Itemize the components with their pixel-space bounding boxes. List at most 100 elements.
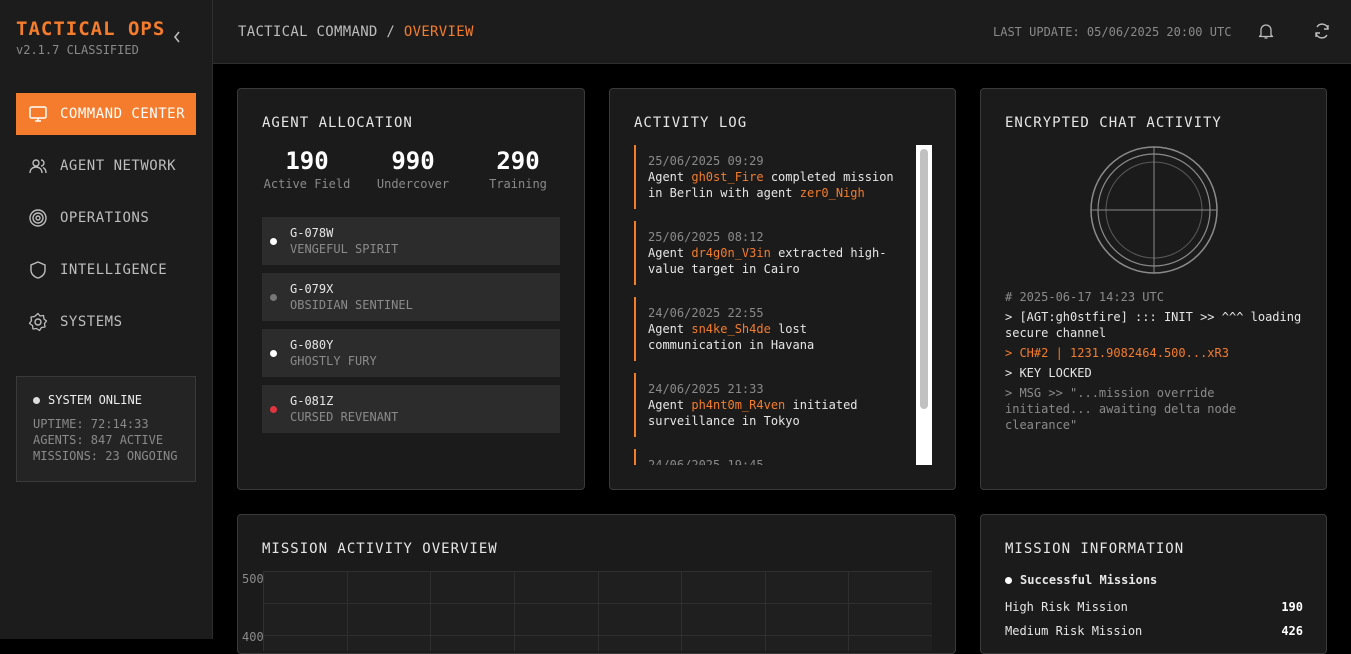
encrypted-chat-title: ENCRYPTED CHAT ACTIVITY [1005,115,1222,131]
agent-list: G-078W VENGEFUL SPIRIT G-079X OBSIDIAN SEN… [262,217,560,441]
mission-label: Medium Risk Mission [1005,624,1143,638]
log-prefix: Agent [648,170,692,184]
agent-handle: ph4nt0m_R4ven [691,398,786,412]
sidebar-item-command-center[interactable]: COMMAND CENTER [16,93,196,135]
agent-id: G-081Z [290,394,334,408]
sidebar-item-systems[interactable]: SYSTEMS [16,301,196,343]
log-text: Agent gh0st_Fire completed mission in Be… [648,169,908,201]
stat-value: 190 [285,147,329,175]
agent-row[interactable]: G-080Y GHOSTLY FURY [262,329,560,377]
chat-line: > [AGT:gh0stfire] ::: INIT >> ^^^ loadin… [1005,310,1302,340]
log-time: 24/06/2025 22:55 [648,306,764,320]
mission-activity-card: MISSION ACTIVITY OVERVIEW 500 400 [237,514,956,654]
bell-icon[interactable] [1257,22,1275,40]
sidebar: TACTICAL OPS v2.1.7 CLASSIFIED COMMAND C… [0,0,213,639]
activity-log-title: ACTIVITY LOG [634,115,748,131]
log-prefix: Agent [648,246,692,260]
top-bar: TACTICAL COMMAND / OVERVIEW LAST UPDATE:… [213,0,1351,64]
encrypted-chat-card: ENCRYPTED CHAT ACTIVITY # 2025-06-17 14:… [980,88,1327,490]
sidebar-nav: COMMAND CENTER AGENT NETWORK OPERATIONS … [16,93,196,353]
agent-status-dot [270,405,277,413]
log-entry: 24/06/2025 19:45 [634,449,908,465]
brand-title: TACTICAL OPS [16,18,166,40]
scrollbar[interactable] [916,145,932,465]
mission-info-card: MISSION INFORMATION Successful Missions … [980,514,1327,654]
activity-log-list[interactable]: 25/06/2025 09:29 Agent gh0st_Fire comple… [634,145,908,465]
stat-label: Active Field [263,177,351,191]
users-icon [29,159,47,174]
agent-name: GHOSTLY FURY [290,354,377,368]
agent-name: VENGEFUL SPIRIT [290,242,399,256]
mission-info-title: MISSION INFORMATION [1005,541,1185,557]
sidebar-item-agent-network[interactable]: AGENT NETWORK [16,145,196,187]
system-status-header: SYSTEM ONLINE [33,393,195,407]
system-status-title: SYSTEM ONLINE [48,393,142,407]
legend-dot [1005,576,1012,584]
activity-log-card: ACTIVITY LOG 25/06/2025 09:29 Agent gh0s… [609,88,956,490]
log-time: 24/06/2025 19:45 [648,458,764,465]
status-dot-icon [33,396,40,404]
breadcrumb: TACTICAL COMMAND / OVERVIEW [238,24,474,40]
log-text: Agent dr4g0n_V3in extracted high-value t… [648,245,908,277]
brand-subtitle: v2.1.7 CLASSIFIED [16,43,139,57]
agents-count-text: AGENTS: 847 ACTIVE [33,433,164,447]
sidebar-item-label: COMMAND CENTER [60,106,186,122]
sidebar-item-intelligence[interactable]: INTELLIGENCE [16,249,196,291]
uptime-text: UPTIME: 72:14:33 [33,417,149,431]
log-text: Agent sn4ke_Sh4de lost communication in … [648,321,908,353]
mission-label: High Risk Mission [1005,600,1128,614]
mission-value: 190 [1281,600,1303,614]
stat-value: 990 [391,147,435,175]
breadcrumb-current: OVERVIEW [403,24,474,40]
monitor-icon [29,106,47,122]
mission-row: High Risk Mission 190 [1005,600,1303,614]
log-time: 25/06/2025 09:29 [648,154,764,168]
scrollbar-thumb[interactable] [920,149,928,409]
agent-name: OBSIDIAN SENTINEL [290,298,413,312]
chat-timestamp: # 2025-06-17 14:23 UTC [1005,290,1164,304]
stat-value: 290 [496,147,540,175]
chart-grid [263,571,932,651]
agent-handle: gh0st_Fire [691,170,764,184]
agent-allocation-title: AGENT ALLOCATION [262,115,413,131]
mission-activity-title: MISSION ACTIVITY OVERVIEW [262,541,498,557]
agent-status-dot [270,293,277,301]
breadcrumb-root[interactable]: TACTICAL COMMAND [238,24,378,40]
stat-training: 290 Training [474,147,562,191]
log-prefix: Agent [648,398,692,412]
chevron-left-icon[interactable] [170,28,184,46]
sidebar-item-label: SYSTEMS [60,314,123,330]
chat-line: > KEY LOCKED [1005,366,1092,380]
radar-icon [1090,146,1218,274]
system-status-panel: SYSTEM ONLINE UPTIME: 72:14:33 AGENTS: 8… [16,376,196,482]
agent-row[interactable]: G-078W VENGEFUL SPIRIT [262,217,560,265]
chat-channel-line: > CH#2 | 1231.9082464.500...xR3 [1005,346,1229,360]
agent-id: G-079X [290,282,334,296]
sidebar-item-label: AGENT NETWORK [60,158,177,174]
agent-handle: sn4ke_Sh4de [691,322,771,336]
shield-icon [30,261,46,279]
target-icon [29,209,47,227]
log-entry: 24/06/2025 21:33 Agent ph4nt0m_R4ven ini… [634,373,908,437]
stat-undercover: 990 Undercover [360,147,466,191]
agent-row[interactable]: G-079X OBSIDIAN SENTINEL [262,273,560,321]
refresh-icon[interactable] [1313,22,1331,40]
stat-active-field: 190 Active Field [262,147,352,191]
log-entry: 24/06/2025 22:55 Agent sn4ke_Sh4de lost … [634,297,908,361]
log-time: 25/06/2025 08:12 [648,230,764,244]
sidebar-item-label: OPERATIONS [60,210,150,226]
mission-row: Medium Risk Mission 426 [1005,624,1303,638]
agent-allocation-card: AGENT ALLOCATION 190 Active Field 990 Un… [237,88,585,490]
gear-icon [28,312,48,332]
stat-label: Training [489,177,547,191]
agent-row[interactable]: G-081Z CURSED REVENANT [262,385,560,433]
log-text: Agent ph4nt0m_R4ven initiated surveillan… [648,397,908,429]
log-entry: 25/06/2025 08:12 Agent dr4g0n_V3in extra… [634,221,908,285]
sidebar-item-label: INTELLIGENCE [60,262,168,278]
legend-label: Successful Missions [1020,573,1158,587]
sidebar-item-operations[interactable]: OPERATIONS [16,197,196,239]
agent-status-dot [270,349,277,357]
log-time: 24/06/2025 21:33 [648,382,764,396]
allocation-stats: 190 Active Field 990 Undercover 290 Trai… [262,147,562,191]
breadcrumb-separator: / [386,24,396,40]
